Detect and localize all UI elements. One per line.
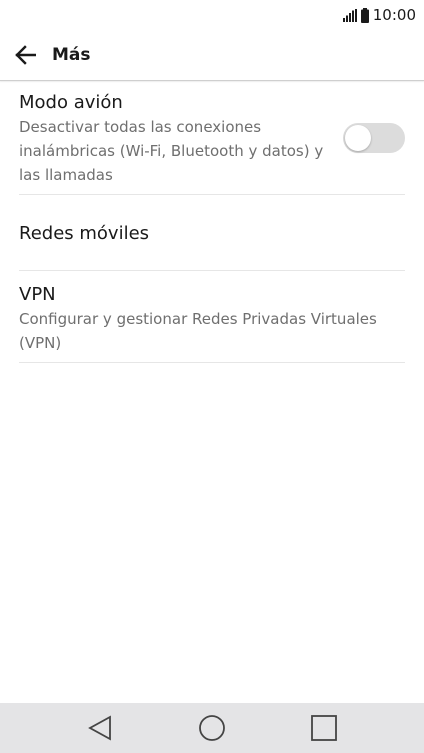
status-icons: 10:00 [342, 5, 416, 25]
nav-home-button[interactable] [195, 713, 229, 743]
mobile-networks-title: Redes móviles [19, 223, 150, 244]
navigation-bar [0, 703, 424, 753]
airplane-mode-item[interactable]: Modo avión Desactivar todas las conexion… [19, 82, 405, 195]
vpn-summary: Configurar y gestionar Redes Privadas Vi… [19, 310, 377, 352]
airplane-mode-title: Modo avión [19, 92, 123, 113]
page-title: Más [52, 45, 91, 65]
vpn-title: VPN [19, 284, 56, 305]
app-bar: Más [0, 28, 424, 81]
toggle-thumb [345, 125, 371, 151]
airplane-mode-summary: Desactivar todas las conexiones inalámbr… [19, 118, 324, 184]
battery-icon [360, 7, 369, 23]
nav-back-button[interactable] [83, 713, 117, 743]
nav-back-icon [88, 715, 111, 741]
settings-list: Modo avión Desactivar todas las conexion… [0, 82, 424, 363]
signal-icon [342, 8, 357, 22]
airplane-mode-toggle[interactable] [343, 123, 405, 153]
status-time: 10:00 [372, 6, 416, 24]
status-bar: 10:00 [0, 0, 424, 28]
vpn-item[interactable]: VPN Configurar y gestionar Redes Privada… [19, 271, 405, 363]
arrow-left-icon [15, 45, 36, 65]
nav-recents-icon [311, 715, 337, 741]
nav-home-icon [199, 715, 225, 741]
mobile-networks-item[interactable]: Redes móviles [19, 195, 405, 271]
nav-recents-button[interactable] [307, 713, 341, 743]
back-button[interactable] [10, 41, 40, 69]
